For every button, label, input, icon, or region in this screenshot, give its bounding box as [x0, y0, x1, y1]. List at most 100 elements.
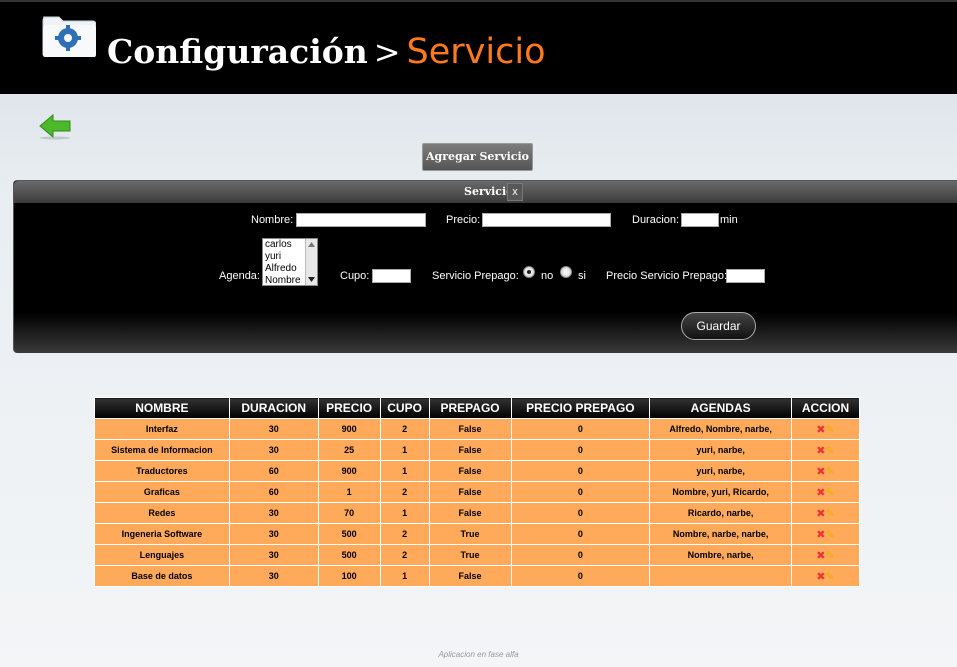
- cell-duracion: 30: [228, 523, 319, 545]
- cell-precio-prepago: 0: [510, 502, 651, 524]
- cell-agendas: Nombre, narbe, narbe,: [649, 523, 792, 545]
- edit-icon[interactable]: ✎: [826, 570, 835, 583]
- column-header[interactable]: PRECIO PREPAGO: [510, 397, 651, 419]
- cell-nombre: Redes: [94, 502, 230, 524]
- cell-precio: 100: [317, 565, 381, 587]
- close-panel-button[interactable]: x: [507, 183, 523, 201]
- panel-header: Servicio x: [14, 181, 957, 203]
- edit-icon[interactable]: ✎: [826, 465, 835, 478]
- cell-agendas: Ricardo, narbe,: [649, 502, 792, 524]
- cell-duracion: 60: [228, 460, 319, 482]
- column-header[interactable]: PREPAGO: [428, 397, 512, 419]
- table-row: Sistema de Informacion 30 25 1 False 0 yuri, n…: [94, 439, 860, 461]
- table-row: Redes 30 70 1 False 0 Ricardo, narbe, ✖✎: [94, 502, 860, 524]
- edit-icon[interactable]: ✎: [826, 507, 835, 520]
- table-row: Ingeneria Software 30 500 2 True 0 Nombre, nar…: [94, 523, 860, 545]
- agenda-listbox[interactable]: carlos yuri Alfredo Nombre: [262, 238, 318, 286]
- listbox-scrollbar[interactable]: [305, 239, 317, 285]
- cell-cupo: 2: [379, 418, 430, 440]
- column-header[interactable]: AGENDAS: [649, 397, 792, 419]
- cell-nombre: Lenguajes: [94, 544, 230, 566]
- cell-precio-prepago: 0: [510, 418, 651, 440]
- delete-icon[interactable]: ✖: [816, 444, 825, 457]
- duracion-label: Duracion:: [632, 214, 680, 226]
- cell-duracion: 30: [228, 565, 319, 587]
- cell-prepago: True: [428, 523, 512, 545]
- column-header[interactable]: NOMBRE: [94, 397, 230, 419]
- cell-agendas: Nombre, narbe,: [649, 544, 792, 566]
- breadcrumb-current: Servicio: [406, 32, 546, 72]
- cell-precio: 70: [317, 502, 381, 524]
- delete-icon[interactable]: ✖: [816, 423, 825, 436]
- table-body: Interfaz 30 900 2 False 0 Alfredo, Nombre, nar…: [94, 418, 860, 587]
- cell-prepago: False: [428, 439, 512, 461]
- prepago-si-radio[interactable]: [560, 266, 572, 278]
- add-service-button[interactable]: Agregar Servicio: [422, 143, 533, 171]
- column-header[interactable]: PRECIO: [317, 397, 381, 419]
- cell-precio: 500: [317, 523, 381, 545]
- delete-icon[interactable]: ✖: [816, 549, 825, 562]
- cell-agendas: yuri, narbe,: [649, 439, 792, 461]
- cell-cupo: 2: [379, 544, 430, 566]
- cell-duracion: 30: [228, 544, 319, 566]
- cell-accion: ✖✎: [791, 481, 860, 503]
- cell-cupo: 2: [379, 523, 430, 545]
- precio-prepago-label: Precio Servicio Prepago:: [606, 270, 728, 282]
- edit-icon[interactable]: ✎: [826, 423, 835, 436]
- duracion-unit: min: [720, 214, 738, 226]
- cell-nombre: Ingeneria Software: [94, 523, 230, 545]
- delete-icon[interactable]: ✖: [816, 486, 825, 499]
- page-title: Configuración > Servicio: [107, 30, 546, 74]
- prepago-label: Servicio Prepago:: [432, 270, 519, 282]
- cupo-input[interactable]: [372, 269, 411, 283]
- panel-footer: [14, 313, 957, 353]
- cell-accion: ✖✎: [791, 523, 860, 545]
- delete-icon[interactable]: ✖: [816, 570, 825, 583]
- cell-accion: ✖✎: [791, 502, 860, 524]
- cell-cupo: 2: [379, 481, 430, 503]
- service-form-panel: Servicio x: [13, 180, 957, 353]
- cell-agendas: yuri, narbe,: [649, 460, 792, 482]
- column-header: ACCION: [791, 397, 860, 419]
- cell-precio-prepago: 0: [510, 481, 651, 503]
- cell-precio: 1: [317, 481, 381, 503]
- cell-duracion: 30: [228, 502, 319, 524]
- edit-icon[interactable]: ✎: [826, 444, 835, 457]
- duracion-input[interactable]: [681, 213, 719, 227]
- precio-label: Precio:: [446, 214, 481, 226]
- cell-accion: ✖✎: [791, 418, 860, 440]
- save-button[interactable]: Guardar: [681, 312, 756, 340]
- cell-prepago: False: [428, 460, 512, 482]
- nombre-input[interactable]: [296, 213, 426, 227]
- cell-precio: 500: [317, 544, 381, 566]
- table-row: Interfaz 30 900 2 False 0 Alfredo, Nombre, nar…: [94, 418, 860, 440]
- table-row: Traductores 60 900 1 False 0 yuri, narbe, ✖✎: [94, 460, 860, 482]
- cell-prepago: False: [428, 565, 512, 587]
- cell-nombre: Graficas: [94, 481, 230, 503]
- back-arrow-icon[interactable]: [38, 112, 72, 140]
- breadcrumb-parent[interactable]: Configuración: [107, 32, 368, 71]
- prepago-no-radio[interactable]: [523, 266, 535, 278]
- cell-precio-prepago: 0: [510, 439, 651, 461]
- cell-nombre: Interfaz: [94, 418, 230, 440]
- precio-input[interactable]: [482, 213, 611, 227]
- cell-accion: ✖✎: [791, 439, 860, 461]
- delete-icon[interactable]: ✖: [816, 528, 825, 541]
- cell-duracion: 60: [228, 481, 319, 503]
- cell-accion: ✖✎: [791, 460, 860, 482]
- cell-duracion: 30: [228, 418, 319, 440]
- column-header[interactable]: DURACION: [228, 397, 319, 419]
- precio-prepago-input[interactable]: [726, 269, 765, 283]
- scroll-arrows-icon: [308, 242, 315, 282]
- prepago-no-label: no: [541, 270, 554, 282]
- delete-icon[interactable]: ✖: [816, 507, 825, 520]
- cell-precio-prepago: 0: [510, 544, 651, 566]
- edit-icon[interactable]: ✎: [826, 486, 835, 499]
- services-table: NOMBRE DURACION PRECIO CUPO PREPAGO PREC…: [94, 397, 860, 587]
- agenda-label: Agenda:: [219, 270, 260, 282]
- column-header[interactable]: CUPO: [379, 397, 430, 419]
- cell-duracion: 30: [228, 439, 319, 461]
- edit-icon[interactable]: ✎: [826, 528, 835, 541]
- edit-icon[interactable]: ✎: [826, 549, 835, 562]
- delete-icon[interactable]: ✖: [816, 465, 825, 478]
